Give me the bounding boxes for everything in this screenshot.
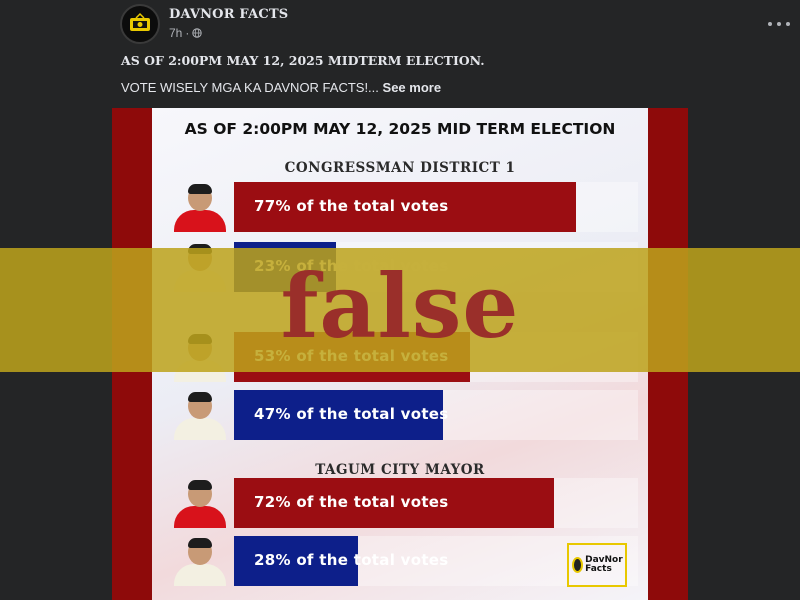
post-meta: 7h · (169, 26, 203, 40)
davnor-facts-watermark: DavNor Facts (567, 543, 627, 587)
fact-check-rating-label: false (280, 254, 520, 358)
post-caption-line-1: AS OF 2:00PM MAY 12, 2025 MIDTERM ELECTI… (121, 53, 485, 68)
post-header: DAVNOR FACTS 7h · (120, 4, 790, 44)
result-row: 77% of the total votes (166, 182, 638, 232)
section-title-congressman: CONGRESSMAN DISTRICT 1 (284, 160, 516, 176)
vote-share-label: 28% of the total votes (254, 551, 449, 569)
fact-check-rating-band: false (0, 248, 800, 372)
section-title-mayor: TAGUM CITY MAYOR (315, 462, 485, 478)
vote-share-label: 77% of the total votes (254, 197, 449, 215)
watermark-text: DavNor Facts (585, 555, 623, 574)
result-row: 72% of the total votes (166, 478, 638, 528)
globe-icon (192, 28, 203, 38)
post-caption-text: VOTE WISELY MGA KA DAVNOR FACTS!... (121, 80, 379, 95)
watermark-logo-icon (572, 557, 584, 573)
facebook-post: DAVNOR FACTS 7h · AS OF 2:00PM MAY 12, 2… (0, 0, 800, 600)
candidate-photo (166, 390, 234, 440)
davnor-facts-logo-icon (130, 12, 150, 31)
graphic-title: AS OF 2:00PM MAY 12, 2025 MID TERM ELECT… (184, 120, 616, 138)
result-row: 47% of the total votes (166, 390, 638, 440)
candidate-photo (166, 536, 234, 586)
vote-share-label: 47% of the total votes (254, 405, 449, 423)
more-options-icon[interactable] (768, 16, 790, 32)
page-avatar[interactable] (120, 4, 160, 44)
candidate-photo (166, 478, 234, 528)
vote-share-label: 72% of the total votes (254, 493, 449, 511)
post-time[interactable]: 7h (169, 26, 182, 40)
candidate-photo (166, 182, 234, 232)
page-name[interactable]: DAVNOR FACTS (169, 7, 288, 22)
see-more-link[interactable]: See more (383, 80, 442, 95)
post-caption-line-2: VOTE WISELY MGA KA DAVNOR FACTS!... See … (121, 80, 441, 95)
